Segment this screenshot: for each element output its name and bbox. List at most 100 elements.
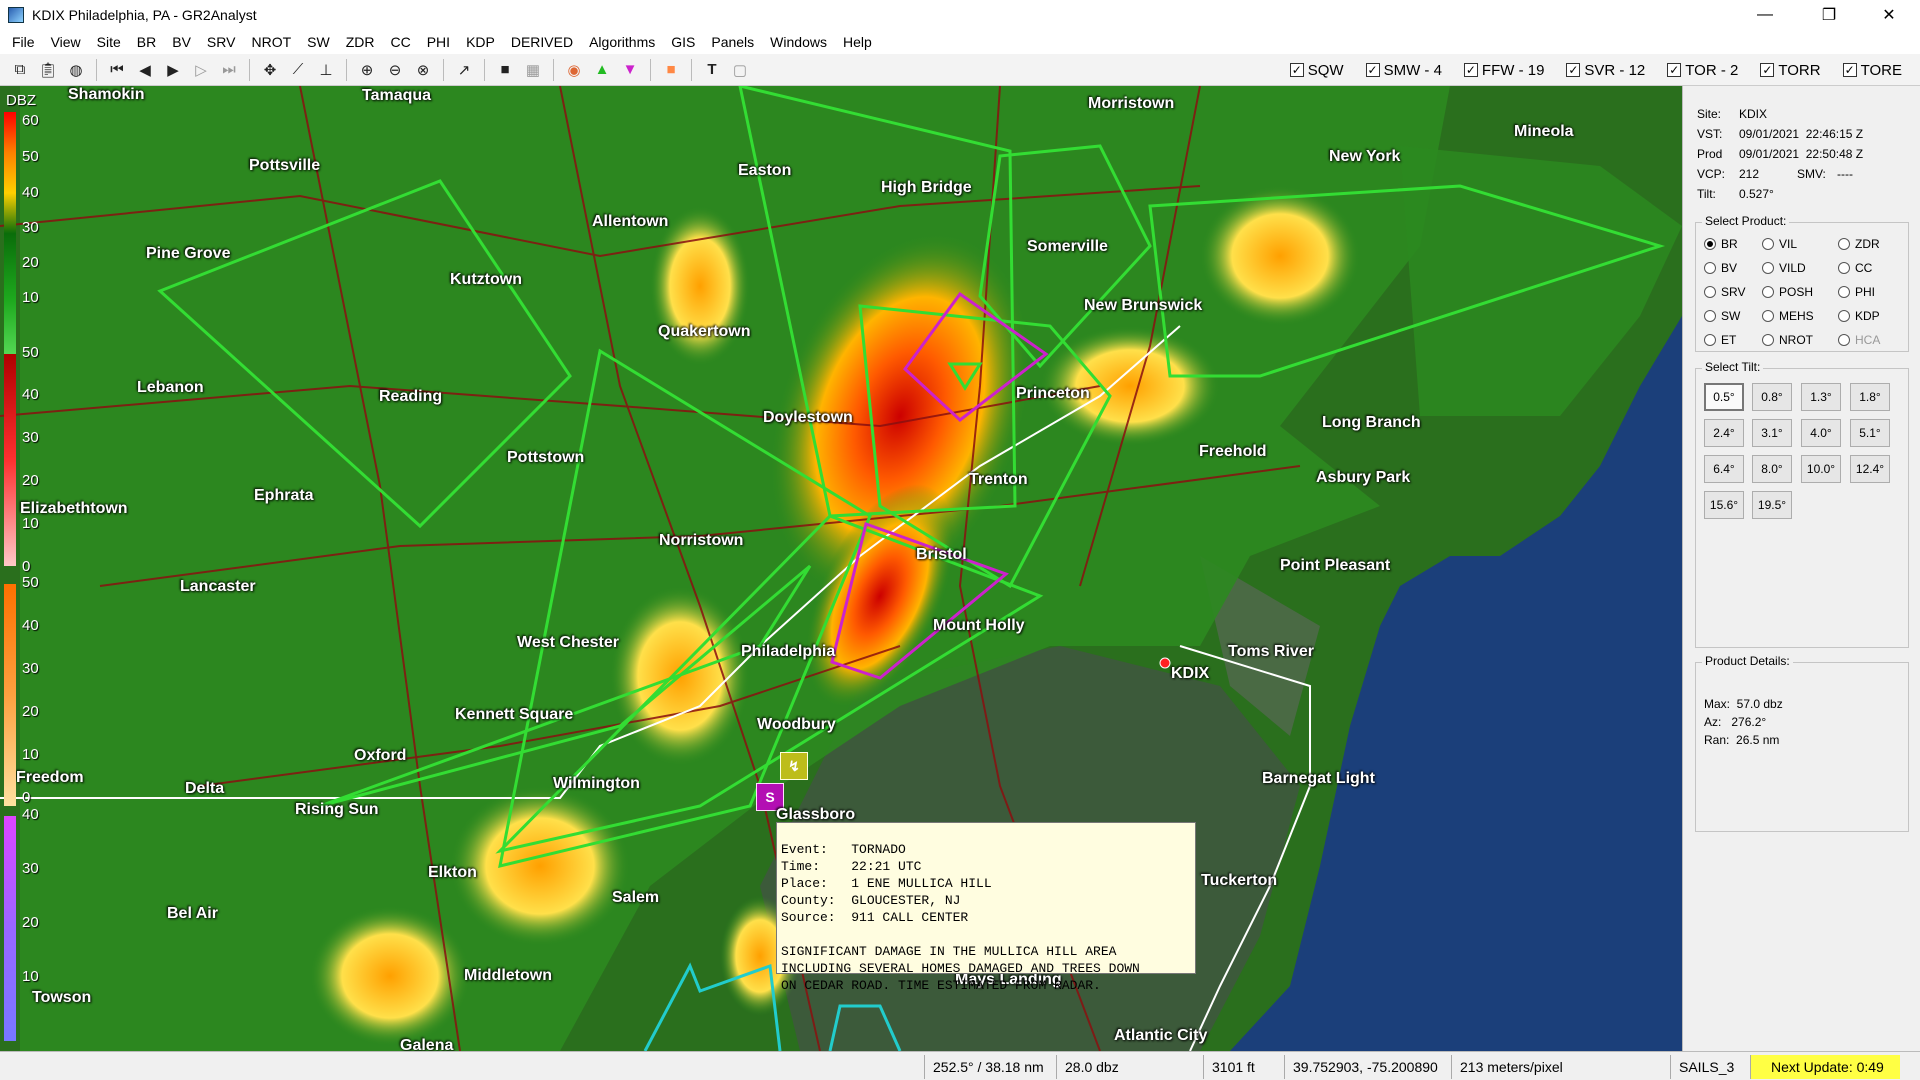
toggle-ffw[interactable]: ✓ FFW - 19 (1463, 62, 1544, 79)
product-radio-vild[interactable]: VILD (1762, 261, 1806, 275)
menu-panels[interactable]: Panels (703, 30, 762, 54)
product-radio-vil[interactable]: VIL (1762, 237, 1797, 251)
checkbox-icon[interactable]: ✓ (1566, 63, 1581, 77)
tilt-button[interactable]: 1.3° (1801, 383, 1841, 411)
radio-icon[interactable] (1762, 238, 1774, 250)
step-back-icon[interactable]: ◀ (133, 58, 157, 82)
checkbox-icon[interactable]: ✓ (1365, 63, 1380, 77)
minimize-button[interactable]: — (1742, 0, 1788, 30)
checkbox-icon[interactable]: ✓ (1842, 63, 1857, 77)
maximize-button[interactable]: ❐ (1806, 0, 1852, 30)
radio-icon[interactable] (1704, 310, 1716, 322)
toggle-svr[interactable]: ✓ SVR - 12 (1566, 62, 1645, 79)
product-radio-br[interactable]: BR (1704, 237, 1738, 251)
radio-icon[interactable] (1762, 310, 1774, 322)
pan-icon[interactable]: ✥ (258, 58, 282, 82)
copy-icon[interactable]: ⧉ (8, 58, 32, 82)
menu-srv[interactable]: SRV (199, 30, 244, 54)
close-button[interactable]: ✕ (1866, 0, 1912, 30)
checkbox-icon[interactable]: ✓ (1667, 63, 1682, 77)
skip-last-icon[interactable]: ⏭ (217, 58, 241, 82)
square-icon[interactable]: ▢ (728, 58, 752, 82)
radio-icon[interactable] (1838, 238, 1850, 250)
menu-bv[interactable]: BV (164, 30, 199, 54)
radio-icon[interactable] (1704, 262, 1716, 274)
zoom-out-icon[interactable]: ⊖ (383, 58, 407, 82)
menu-file[interactable]: File (4, 30, 43, 54)
tilt-button[interactable]: 2.4° (1704, 419, 1744, 447)
tilt-button[interactable]: 12.4° (1850, 455, 1890, 483)
product-radio-kdp[interactable]: KDP (1838, 309, 1880, 323)
tilt-button[interactable]: 4.0° (1801, 419, 1841, 447)
magenta-triangle-icon[interactable]: ▼ (618, 58, 642, 82)
radar-map[interactable]: ↯ S Shamokin Tamaqua Morristown Mineola … (0, 86, 1682, 1051)
radio-icon[interactable] (1704, 334, 1716, 346)
tilt-button[interactable]: 1.8° (1850, 383, 1890, 411)
skip-first-icon[interactable]: ⏮ (105, 58, 129, 82)
green-triangle-icon[interactable]: ▲ (590, 58, 614, 82)
menu-gis[interactable]: GIS (663, 30, 703, 54)
menu-cc[interactable]: CC (382, 30, 418, 54)
radio-icon[interactable] (1704, 286, 1716, 298)
tilt-button[interactable]: 8.0° (1752, 455, 1792, 483)
toggle-smw[interactable]: ✓ SMW - 4 (1365, 62, 1442, 79)
color-icon[interactable]: ■ (659, 58, 683, 82)
tilt-button[interactable]: 0.5° (1704, 383, 1744, 411)
measure-icon[interactable]: ⟋ (286, 58, 310, 82)
menu-nrot[interactable]: NROT (243, 30, 299, 54)
menu-view[interactable]: View (43, 30, 89, 54)
product-radio-phi[interactable]: PHI (1838, 285, 1875, 299)
tilt-button[interactable]: 0.8° (1752, 383, 1792, 411)
tilt-button[interactable]: 15.6° (1704, 491, 1744, 519)
radio-icon[interactable] (1762, 262, 1774, 274)
product-radio-sw[interactable]: SW (1704, 309, 1740, 323)
arrow-icon[interactable]: ↗ (452, 58, 476, 82)
menu-br[interactable]: BR (129, 30, 164, 54)
radio-icon[interactable] (1762, 286, 1774, 298)
radio-icon[interactable] (1838, 286, 1850, 298)
tilt-button[interactable]: 6.4° (1704, 455, 1744, 483)
product-radio-zdr[interactable]: ZDR (1838, 237, 1880, 251)
globe-icon[interactable]: ◍ (64, 58, 88, 82)
radio-icon[interactable] (1704, 238, 1716, 250)
menu-phi[interactable]: PHI (419, 30, 458, 54)
paste-icon[interactable]: 📋︎ (36, 58, 60, 82)
tilt-button[interactable]: 3.1° (1752, 419, 1792, 447)
checkbox-icon[interactable]: ✓ (1463, 63, 1478, 77)
step-forward-icon[interactable]: ▷ (189, 58, 213, 82)
checkbox-icon[interactable]: ✓ (1289, 63, 1304, 77)
play-icon[interactable]: ▶ (161, 58, 185, 82)
tilt-button[interactable]: 5.1° (1850, 419, 1890, 447)
cross-section-icon[interactable]: ⊥ (314, 58, 338, 82)
menu-site[interactable]: Site (89, 30, 129, 54)
menu-help[interactable]: Help (835, 30, 880, 54)
product-radio-mehs[interactable]: MEHS (1762, 309, 1814, 323)
checkbox-icon[interactable]: ✓ (1760, 63, 1775, 77)
toggle-tor[interactable]: ✓ TOR - 2 (1667, 62, 1738, 79)
storm-report-marker-icon[interactable]: ↯ (780, 752, 808, 780)
storm-icon[interactable]: ◉ (562, 58, 586, 82)
menu-kdp[interactable]: KDP (458, 30, 503, 54)
radio-icon[interactable] (1838, 310, 1850, 322)
tilt-button[interactable]: 10.0° (1801, 455, 1841, 483)
product-radio-srv[interactable]: SRV (1704, 285, 1745, 299)
stop-icon[interactable]: ■ (493, 58, 517, 82)
menu-zdr[interactable]: ZDR (338, 30, 383, 54)
product-radio-et[interactable]: ET (1704, 333, 1736, 347)
menu-sw[interactable]: SW (299, 30, 338, 54)
toggle-tore[interactable]: ✓ TORE (1842, 62, 1902, 79)
tilt-button[interactable]: 19.5° (1752, 491, 1792, 519)
grid-icon[interactable]: ▦ (521, 58, 545, 82)
toggle-torr[interactable]: ✓ TORR (1760, 62, 1821, 79)
radio-icon[interactable] (1838, 262, 1850, 274)
zoom-in-icon[interactable]: ⊕ (355, 58, 379, 82)
menu-windows[interactable]: Windows (762, 30, 835, 54)
product-radio-cc[interactable]: CC (1838, 261, 1872, 275)
radio-icon[interactable] (1762, 334, 1774, 346)
product-radio-nrot[interactable]: NROT (1762, 333, 1813, 347)
product-radio-bv[interactable]: BV (1704, 261, 1737, 275)
product-radio-posh[interactable]: POSH (1762, 285, 1813, 299)
menu-algorithms[interactable]: Algorithms (581, 30, 663, 54)
text-icon[interactable]: T (700, 58, 724, 82)
toggle-sqw[interactable]: ✓ SQW (1289, 62, 1344, 79)
